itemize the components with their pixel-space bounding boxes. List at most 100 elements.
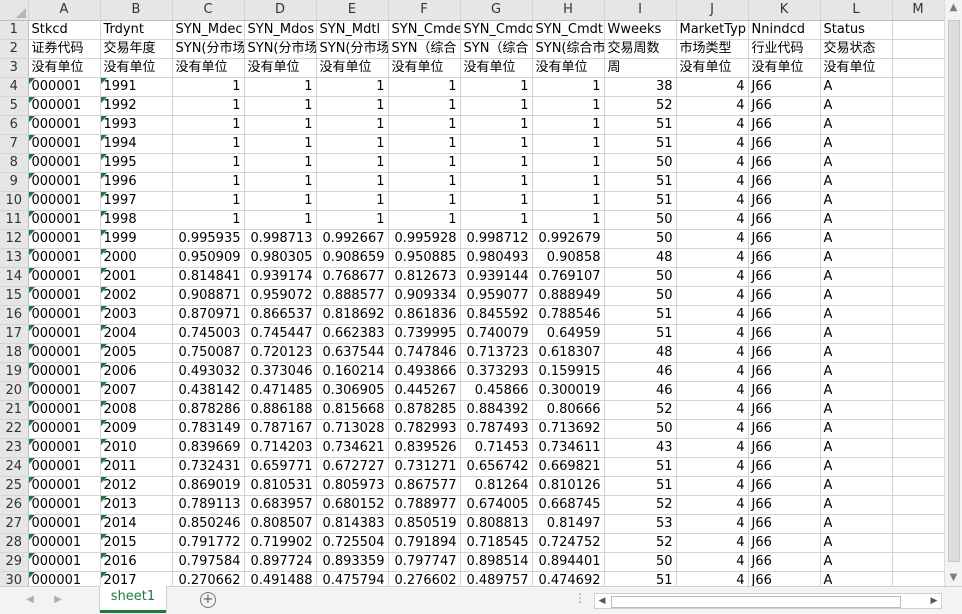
data-cell[interactable]: 0.992667 [316,229,389,249]
data-cell[interactable]: 2016 [100,552,173,572]
data-cell[interactable]: 000001 [28,115,101,135]
row-header[interactable]: 14 [0,267,29,287]
data-cell[interactable]: 0.438142 [172,381,245,401]
data-cell[interactable]: 51 [604,134,677,154]
data-cell[interactable]: 50 [604,210,677,230]
data-cell[interactable]: J66 [748,191,821,211]
data-cell[interactable]: 0.867577 [388,476,461,496]
data-cell[interactable]: 4 [676,248,749,268]
data-cell[interactable]: 4 [676,419,749,439]
field-name-cell[interactable]: SYN_Mdtl [316,20,389,40]
field-name-cell[interactable]: Nnindcd [748,20,821,40]
data-cell[interactable]: 1 [244,77,317,97]
data-cell[interactable]: 0.674005 [460,495,533,515]
chinese-name-cell[interactable]: 市场类型 [676,39,749,59]
data-cell[interactable]: 1 [316,153,389,173]
data-cell[interactable]: 0.797747 [388,552,461,572]
chinese-name-cell[interactable]: SYN(分市场 [244,39,317,59]
data-cell[interactable]: 0.680152 [316,495,389,515]
data-cell[interactable]: 1 [460,134,533,154]
data-cell[interactable]: 0.866537 [244,305,317,325]
data-cell[interactable]: A [820,267,893,287]
data-cell[interactable]: 0.672727 [316,457,389,477]
field-name-cell[interactable]: MarketTyp [676,20,749,40]
row-header[interactable]: 20 [0,381,29,401]
data-cell[interactable] [892,248,945,268]
unit-cell[interactable]: 没有单位 [676,58,749,78]
plus-circle-icon[interactable]: + [200,592,216,608]
data-cell[interactable]: 1 [316,134,389,154]
data-cell[interactable]: 0.909334 [388,286,461,306]
data-cell[interactable]: A [820,457,893,477]
data-cell[interactable]: A [820,191,893,211]
data-cell[interactable]: 50 [604,267,677,287]
data-cell[interactable]: A [820,381,893,401]
data-cell[interactable]: 1 [172,191,245,211]
data-cell[interactable]: 1999 [100,229,173,249]
data-cell[interactable]: 0.740079 [460,324,533,344]
data-cell[interactable]: 0.80666 [532,400,605,420]
data-cell[interactable]: 0.884392 [460,400,533,420]
data-cell[interactable] [892,115,945,135]
data-cell[interactable]: J66 [748,305,821,325]
unit-cell[interactable] [892,58,945,78]
data-cell[interactable]: 1 [388,115,461,135]
data-cell[interactable]: J66 [748,324,821,344]
data-cell[interactable]: J66 [748,77,821,97]
field-name-cell[interactable]: SYN_Cmde [388,20,461,40]
row-header[interactable]: 18 [0,343,29,363]
data-cell[interactable] [892,514,945,534]
data-cell[interactable]: 2014 [100,514,173,534]
data-cell[interactable] [892,153,945,173]
data-cell[interactable]: 4 [676,96,749,116]
data-cell[interactable]: 0.659771 [244,457,317,477]
data-cell[interactable]: 0.787493 [460,419,533,439]
data-cell[interactable]: 0.788977 [388,495,461,515]
data-cell[interactable]: A [820,172,893,192]
data-cell[interactable]: 1997 [100,191,173,211]
row-header[interactable]: 24 [0,457,29,477]
data-cell[interactable]: 1 [172,134,245,154]
data-cell[interactable]: 0.815668 [316,400,389,420]
data-cell[interactable]: 4 [676,438,749,458]
data-cell[interactable]: 38 [604,77,677,97]
data-cell[interactable]: 2000 [100,248,173,268]
data-cell[interactable]: 0.888577 [316,286,389,306]
data-cell[interactable]: J66 [748,286,821,306]
data-cell[interactable]: 000001 [28,305,101,325]
data-cell[interactable]: 2004 [100,324,173,344]
row-header[interactable]: 19 [0,362,29,382]
row-header[interactable]: 9 [0,172,29,192]
data-cell[interactable]: 0.810531 [244,476,317,496]
data-cell[interactable]: 52 [604,533,677,553]
row-header[interactable]: 23 [0,438,29,458]
data-cell[interactable]: 0.839526 [388,438,461,458]
data-cell[interactable] [892,286,945,306]
data-cell[interactable]: 0.898514 [460,552,533,572]
data-cell[interactable]: 51 [604,115,677,135]
data-cell[interactable]: 48 [604,343,677,363]
data-cell[interactable]: 0.894401 [532,552,605,572]
data-cell[interactable]: J66 [748,229,821,249]
data-cell[interactable]: 0.747846 [388,343,461,363]
data-cell[interactable]: 0.886188 [244,400,317,420]
data-cell[interactable]: A [820,115,893,135]
data-cell[interactable]: J66 [748,248,821,268]
data-cell[interactable]: 2011 [100,457,173,477]
data-cell[interactable]: 0.787167 [244,419,317,439]
data-cell[interactable]: J66 [748,96,821,116]
data-cell[interactable]: A [820,210,893,230]
select-all-corner[interactable] [0,0,29,21]
data-cell[interactable]: 50 [604,229,677,249]
field-name-cell[interactable]: Status [820,20,893,40]
column-header[interactable]: L [820,0,893,21]
data-cell[interactable]: 0.808507 [244,514,317,534]
next-sheet-icon[interactable]: ▶ [50,592,66,608]
data-cell[interactable]: 0.995928 [388,229,461,249]
data-cell[interactable] [892,476,945,496]
horizontal-scrollbar[interactable]: ◀ ▶ [594,593,942,609]
data-cell[interactable]: 1 [316,77,389,97]
unit-cell[interactable]: 没有单位 [28,58,101,78]
row-header[interactable]: 4 [0,77,29,97]
data-cell[interactable]: 1 [532,210,605,230]
